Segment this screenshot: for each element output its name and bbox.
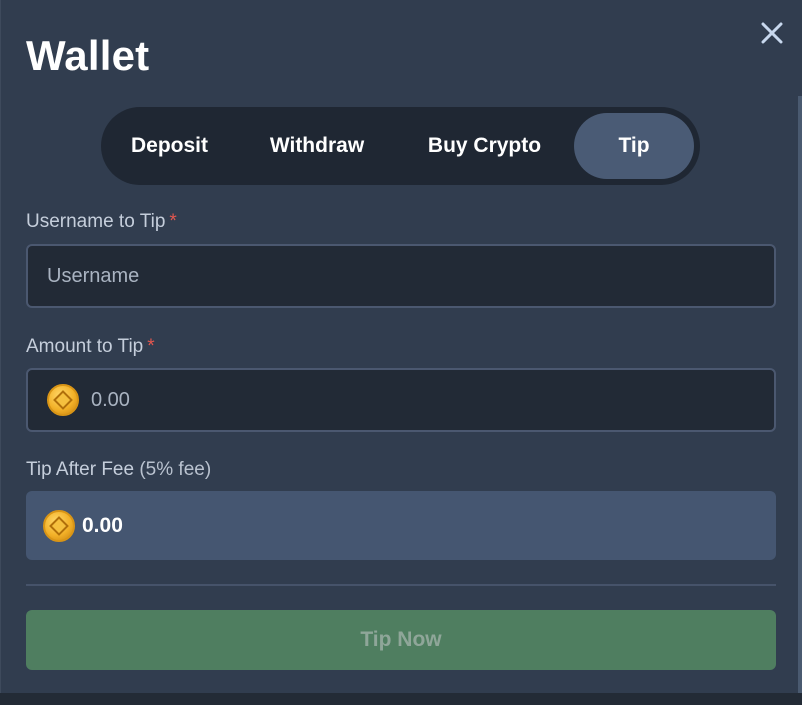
username-input[interactable] (47, 246, 774, 306)
tab-deposit[interactable]: Deposit (107, 113, 232, 179)
close-button[interactable] (757, 18, 787, 48)
close-icon (761, 22, 783, 44)
tab-buy-crypto[interactable]: Buy Crypto (402, 113, 567, 179)
wallet-tabs: Deposit Withdraw Buy Crypto Tip (101, 107, 700, 185)
amount-label-text: Amount to Tip (26, 336, 144, 357)
required-mark: * (169, 211, 177, 232)
fee-note: (5% fee) (139, 459, 212, 480)
wallet-modal: Wallet Deposit Withdraw Buy Crypto Tip U… (0, 0, 802, 693)
required-mark: * (147, 336, 155, 357)
amount-input[interactable] (91, 370, 774, 430)
tab-tip[interactable]: Tip (574, 113, 694, 179)
amount-label: Amount to Tip * (26, 336, 155, 358)
coin-icon (47, 384, 79, 416)
amount-field-wrapper (26, 368, 776, 432)
tip-after-fee-display: 0.00 (26, 491, 776, 560)
username-label-text: Username to Tip (26, 211, 166, 232)
scrollbar[interactable] (798, 96, 802, 693)
page-background (0, 693, 802, 705)
fee-label: Tip After Fee (5% fee) (26, 459, 211, 481)
fee-label-text: Tip After Fee (26, 459, 135, 480)
username-label: Username to Tip * (26, 211, 177, 233)
tab-withdraw[interactable]: Withdraw (232, 113, 402, 179)
fee-value: 0.00 (82, 513, 123, 537)
tip-now-button[interactable]: Tip Now (26, 610, 776, 670)
username-field-wrapper (26, 244, 776, 308)
coin-icon (43, 509, 75, 542)
divider (26, 584, 776, 586)
modal-title: Wallet (26, 32, 150, 79)
